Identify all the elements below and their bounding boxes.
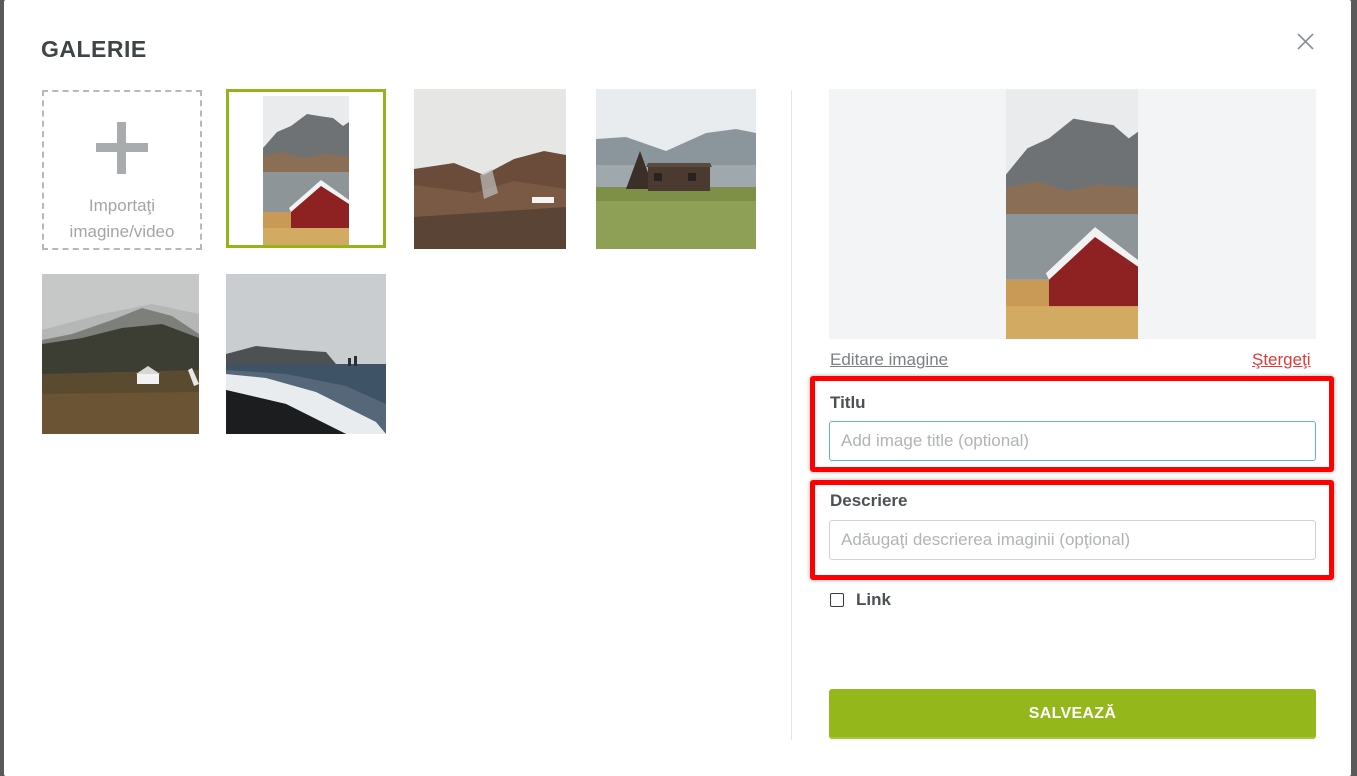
edit-image-link[interactable]: Editare imagine (830, 350, 948, 370)
gallery-modal: GALERIE Importaţi imagine/video Editare … (4, 0, 1351, 776)
panel-divider (791, 90, 792, 740)
close-icon[interactable] (1295, 31, 1317, 53)
gallery-thumbnail[interactable] (226, 274, 386, 434)
gallery-thumbnail[interactable] (42, 274, 199, 434)
upload-label: Importaţi imagine/video (69, 196, 175, 241)
modal-title: GALERIE (41, 36, 147, 62)
save-button[interactable]: SALVEAZĂ (829, 689, 1316, 739)
gallery-thumbnail[interactable] (414, 89, 566, 249)
link-checkbox[interactable] (830, 593, 844, 607)
gallery-thumbnail-selected[interactable] (226, 89, 386, 248)
description-label: Descriere (830, 491, 908, 510)
title-input[interactable] (829, 421, 1316, 461)
delete-image-link[interactable]: Ştergeţi (1252, 350, 1311, 370)
title-label: Titlu (830, 393, 866, 412)
upload-media-button[interactable]: Importaţi imagine/video (42, 90, 202, 250)
plus-icon (94, 120, 150, 181)
gallery-thumbnail[interactable] (596, 89, 756, 249)
description-input[interactable] (829, 520, 1316, 560)
link-label: Link (856, 590, 891, 609)
image-preview (829, 89, 1316, 339)
